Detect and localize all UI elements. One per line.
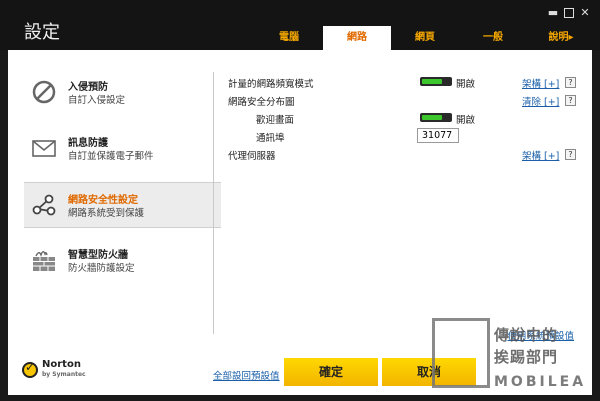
close-icon[interactable]: ✕ [578,6,592,20]
sidebar-item-title: 智慧型防火牆 [68,250,128,261]
watermark-line1: 傳說中的 [494,326,559,344]
window-title: 設定 [24,22,60,43]
setting-label: 代理伺服器 [228,151,276,162]
setting-row-proxy: 代理伺服器 架構 [+] ? [228,146,583,164]
title-bar: 設定 ▬ ✕ 電腦 網路 網頁 一般 說明▸ [0,0,600,50]
maximize-icon[interactable] [564,8,574,18]
norton-logo: Norton by Symantec [22,360,86,380]
watermark-frame-icon [432,318,490,388]
help-icon[interactable]: ? [565,95,576,106]
logo-name: Norton [42,359,81,370]
watermark-line2: 挨踢部門 [494,348,559,366]
sidebar-item-subtitle: 自訂並保護電子郵件 [68,151,154,162]
ok-button[interactable]: 確定 [284,358,378,386]
norton-check-icon [22,360,38,378]
network-nodes-icon [32,194,56,216]
setting-label: 歡迎畫面 [256,115,295,126]
bandwidth-toggle[interactable] [420,77,452,86]
firewall-icon [33,251,55,271]
setting-label: 計量的網路頻寬模式 [228,79,314,90]
clear-link[interactable]: 清除 [+] [522,94,559,108]
sidebar-item-network-security[interactable]: 網路安全性設定 網路系統受到保護 [24,182,221,228]
watermark-line3: MOBILEA [494,374,587,390]
minimize-icon[interactable]: ▬ [546,6,560,20]
configure-link[interactable]: 架構 [+] [522,76,559,90]
sidebar-item-message-protection[interactable]: 訊息防護 自訂並保護電子郵件 [24,126,221,172]
watermark: 傳說中的 挨踢部門 MOBILEA [432,318,600,400]
sidebar-item-subtitle: 網路系統受到保護 [68,208,145,219]
envelope-icon [32,140,56,157]
sidebar-divider [213,72,214,334]
tab-bar: 電腦 網路 網頁 一般 說明▸ [255,26,595,50]
help-icon[interactable]: ? [565,149,576,160]
setting-row-security-map: 網路安全分布圖 清除 [+] ? [228,92,583,110]
sidebar-item-title: 入侵預防 [68,82,108,93]
sidebar-item-title: 訊息防護 [68,138,108,149]
window-controls: ▬ ✕ [546,6,592,20]
configure-link[interactable]: 架構 [+] [522,148,559,162]
restore-defaults-link[interactable]: 全部設回預設值 [213,368,280,382]
sidebar-item-subtitle: 防火牆防護設定 [68,263,135,274]
tab-network[interactable]: 網路 [323,26,391,50]
no-entry-icon [32,80,56,104]
sidebar-item-subtitle: 自訂入侵設定 [68,95,126,106]
setting-row-bandwidth: 計量的網路頻寬模式 開啟 架構 [+] ? [228,74,583,92]
tab-help[interactable]: 說明▸ [527,26,595,50]
port-input[interactable] [417,128,459,143]
logo-sub: by Symantec [42,371,86,378]
setting-row-port: 通訊埠 [228,128,583,146]
welcome-toggle[interactable] [420,113,452,122]
sidebar-item-intrusion-prevention[interactable]: 入侵預防 自訂入侵設定 [24,70,221,116]
tab-general[interactable]: 一般 [459,26,527,50]
sidebar-item-smart-firewall[interactable]: 智慧型防火牆 防火牆防護設定 [24,238,221,284]
settings-list: 計量的網路頻寬模式 開啟 架構 [+] ? 網路安全分布圖 清除 [+] ? 歡… [228,74,583,164]
setting-label: 網路安全分布圖 [228,97,295,108]
help-icon[interactable]: ? [565,77,576,88]
toggle-state: 開啟 [456,115,476,126]
sidebar-item-title: 網路安全性設定 [68,195,138,206]
sidebar: 入侵預防 自訂入侵設定 訊息防護 自訂並保護電子郵件 網路安全性設定 網路系統受… [24,70,221,294]
toggle-state: 開啟 [456,79,476,90]
tab-computer[interactable]: 電腦 [255,26,323,50]
setting-label: 通訊埠 [256,133,285,144]
tab-web[interactable]: 網頁 [391,26,459,50]
setting-row-welcome: 歡迎畫面 開啟 [228,110,583,128]
